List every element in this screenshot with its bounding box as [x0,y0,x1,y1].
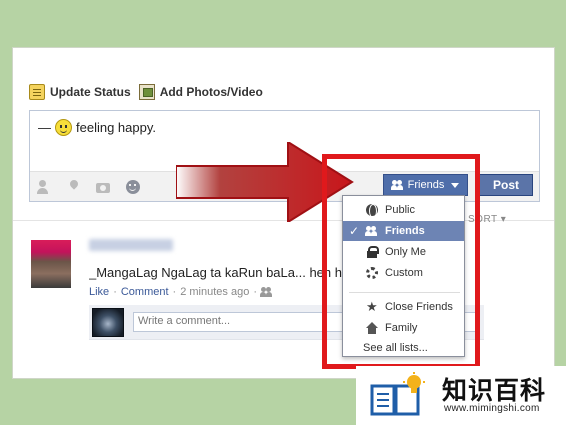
watermark: 知识百科 www.mimingshi.com [356,366,566,425]
photo-icon [138,84,155,100]
camera-icon[interactable] [96,180,110,194]
post-meta: Like · Comment · 2 minutes ago · [89,286,273,298]
separator: · [172,286,177,298]
watermark-title: 知识百科 [442,376,547,405]
menu-item-friends[interactable]: ✓ Friends [343,221,464,241]
separator: · [253,286,257,298]
tag-friends-icon[interactable] [37,180,51,194]
house-icon [366,322,378,334]
gear-icon [366,267,378,279]
menu-item-family[interactable]: Family [343,318,464,338]
composer-tabs: Update Status Add Photos/Video [29,84,263,100]
tab-update-status-label: Update Status [50,85,131,99]
menu-item-label: Close Friends [385,301,453,313]
menu-item-label: Only Me [385,246,426,258]
post-time[interactable]: 2 minutes ago [180,286,249,298]
location-icon[interactable] [67,180,81,194]
avatar[interactable] [31,240,71,288]
star-icon: ★ [366,299,378,314]
tab-add-photos-label: Add Photos/Video [159,85,263,99]
menu-item-label: Friends [385,225,425,237]
status-note-icon [29,84,45,100]
post-button[interactable]: Post [479,174,533,196]
lock-icon [366,246,379,258]
menu-item-only-me[interactable]: Only Me [343,242,464,262]
tab-add-photos-video[interactable]: Add Photos/Video [138,84,263,100]
tab-update-status[interactable]: Update Status [29,84,131,100]
menu-item-public[interactable]: Public [343,200,464,220]
menu-item-label: Custom [385,267,423,279]
menu-item-close-friends[interactable]: ★ Close Friends [343,297,464,317]
status-text: — feeling happy. [38,119,156,136]
people-icon [365,225,378,237]
emoticon-icon[interactable] [126,180,140,194]
status-feeling: feeling happy. [76,120,156,135]
menu-item-custom[interactable]: Custom [343,263,464,283]
audience-menu: Public ✓ Friends Only Me Custom ★ Close … [342,195,465,357]
comment-link[interactable]: Comment [121,286,169,298]
menu-item-label: Family [385,322,418,334]
book-lightbulb-logo-icon [370,372,425,416]
commenter-avatar [92,308,124,337]
see-all-lists-link[interactable]: See all lists... [363,342,428,354]
smiley-icon [55,119,72,136]
menu-separator [349,292,460,293]
like-link[interactable]: Like [89,286,109,298]
audience-people-icon[interactable] [260,287,273,297]
globe-icon [366,204,378,218]
author-name-blurred[interactable] [89,239,173,251]
checkmark-icon: ✓ [349,224,360,238]
watermark-url: www.mimingshi.com [444,403,540,414]
post-text: _MangaLag NgaLag ta kaRun baLa... heh he… [89,265,354,280]
separator: · [113,286,117,298]
menu-item-label: Public [385,204,415,216]
status-prefix: — [38,120,51,135]
